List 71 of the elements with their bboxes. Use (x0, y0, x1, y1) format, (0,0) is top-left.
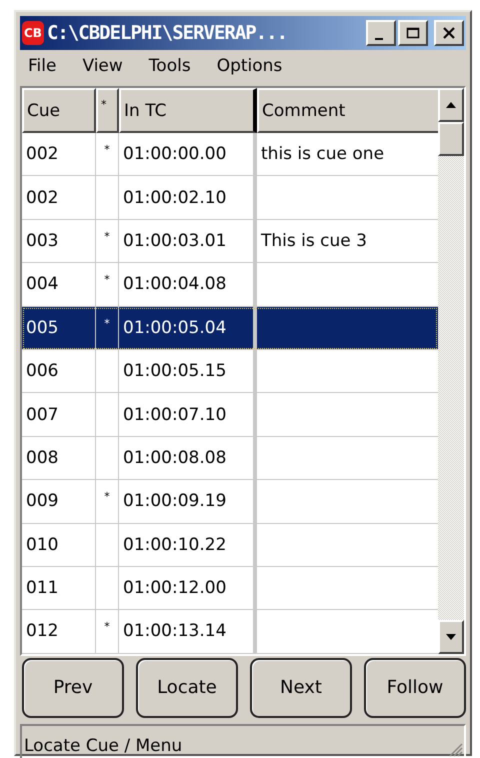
table-row[interactable]: 008 01:00:08.08 (22, 436, 438, 480)
column-header[interactable]: Comment (257, 88, 438, 133)
maximize-icon (406, 27, 420, 39)
action-button[interactable]: Follow (364, 658, 466, 718)
resize-grip-icon[interactable] (447, 740, 463, 757)
menu-item[interactable]: View (82, 56, 123, 80)
table-cell: 010 (26, 534, 58, 555)
table-cell: 003 (26, 230, 58, 251)
table-cell: 01:00:10.22 (123, 534, 226, 555)
action-button[interactable]: Locate (136, 658, 238, 718)
selected-row[interactable]: 005 * 01:00:05.04 (22, 306, 438, 350)
table-row[interactable]: 006 01:00:05.15 (22, 350, 438, 394)
scroll-down-button[interactable] (438, 620, 464, 654)
column-header[interactable]: Cue (22, 88, 96, 133)
flag-mark: * (104, 490, 110, 504)
table-cell: 01:00:03.01 (123, 230, 226, 251)
table-cell: 01:00:05.04 (123, 318, 226, 338)
table-cell: 011 (26, 578, 58, 598)
menu-item[interactable]: Options (216, 56, 282, 80)
scroll-up-button[interactable] (438, 88, 464, 122)
menu-item[interactable]: Tools (148, 56, 191, 80)
flag-mark: * (104, 230, 110, 243)
table-cell: 007 (26, 404, 58, 425)
action-button[interactable]: Next (250, 658, 352, 718)
minimize-icon (375, 38, 383, 40)
window-title: C:\CBDELPHI\SERVERAP... (46, 22, 288, 44)
table-cell: 009 (26, 491, 58, 512)
table-row[interactable]: 002 * 01:00:00.00 this is cue one (22, 133, 438, 176)
flag-mark: * (104, 620, 110, 634)
table-cell: 004 (26, 274, 58, 294)
flag-mark: * (104, 316, 110, 330)
close-button[interactable] (434, 20, 464, 46)
close-icon (442, 27, 456, 39)
table-cell: 01:00:09.19 (123, 491, 226, 512)
up-arrow-icon (445, 101, 457, 109)
flag-mark: * (104, 143, 110, 156)
table-cell: 006 (26, 361, 58, 382)
table-cell: 008 (26, 448, 58, 468)
table-row[interactable]: 011 01:00:12.00 (22, 566, 438, 610)
table-cell: 01:00:02.10 (123, 188, 226, 208)
table-cell: 01:00:13.14 (123, 621, 226, 642)
table-row[interactable]: 002 01:00:02.10 (22, 176, 438, 220)
down-arrow-icon (445, 632, 457, 641)
minimize-button[interactable] (366, 20, 396, 46)
scroll-thumb[interactable] (438, 122, 464, 156)
table-cell: 005 (26, 318, 58, 338)
table-cell: This is cue 3 (261, 230, 367, 251)
table-row[interactable]: 010 01:00:10.22 (22, 524, 438, 567)
flag-mark: * (104, 273, 110, 286)
menu-item[interactable]: File (28, 56, 56, 80)
table-row[interactable]: 012 * 01:00:13.14 (22, 610, 438, 654)
table-cell: 01:00:08.08 (123, 448, 226, 468)
table-cell: 01:00:04.08 (123, 274, 226, 294)
app-icon: CB (22, 21, 44, 45)
table-row[interactable]: 003 * 01:00:03.01 This is cue 3 (22, 220, 438, 264)
vertical-scrollbar[interactable] (438, 88, 464, 654)
table-cell: 01:00:07.10 (123, 404, 226, 425)
table-cell: 01:00:05.15 (123, 361, 226, 382)
table-cell: 002 (26, 188, 58, 208)
column-header[interactable]: In TC (119, 88, 257, 133)
action-button[interactable]: Prev (22, 658, 124, 718)
table-cell: 012 (26, 621, 58, 642)
table-cell: 01:00:12.00 (123, 578, 226, 598)
table-cell: 01:00:00.00 (123, 144, 226, 164)
table-cell: 002 (26, 144, 58, 164)
status-text: Locate Cue / Menu (23, 736, 182, 758)
maximize-button[interactable] (398, 20, 428, 46)
column-header[interactable]: * (96, 88, 119, 133)
table-cell: this is cue one (261, 144, 384, 164)
table-row[interactable]: 007 01:00:07.10 (22, 393, 438, 437)
table-row[interactable]: 009 * 01:00:09.19 (22, 480, 438, 524)
